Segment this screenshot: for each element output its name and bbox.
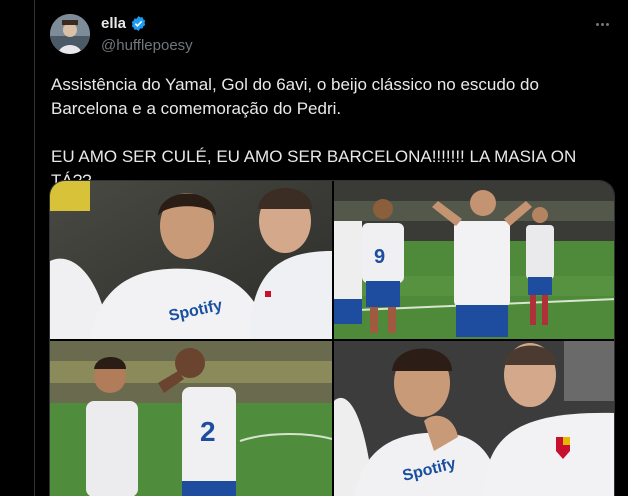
photo-3[interactable]: 2 [50, 341, 332, 496]
author-name-row[interactable]: ella [101, 15, 147, 32]
shirt-number: 9 [374, 246, 385, 268]
verified-badge-icon [131, 16, 146, 31]
photo-2[interactable]: 9 [334, 181, 614, 339]
more-dot [605, 22, 609, 26]
tweet-text-line: Assistência do Yamal, Gol do 6avi, o bei… [51, 75, 539, 118]
avatar[interactable] [50, 14, 90, 54]
more-dot [600, 22, 604, 26]
author-handle[interactable]: @hufflepoesy [101, 37, 193, 54]
tweet[interactable]: ella @hufflepoesy Assistência do Yamal, … [34, 0, 628, 496]
photo-4[interactable]: Spotify [334, 341, 614, 496]
more-dot [595, 22, 599, 26]
shirt-number: 2 [200, 416, 216, 447]
photo-1[interactable]: Spotify [50, 181, 332, 339]
media-grid: Spotify 9 2 Spotify [49, 180, 615, 496]
tweet-text: Assistência do Yamal, Gol do 6avi, o bei… [51, 73, 611, 193]
more-options-icon[interactable] [590, 12, 614, 36]
display-name[interactable]: ella [101, 15, 126, 32]
left-rail [0, 0, 34, 496]
